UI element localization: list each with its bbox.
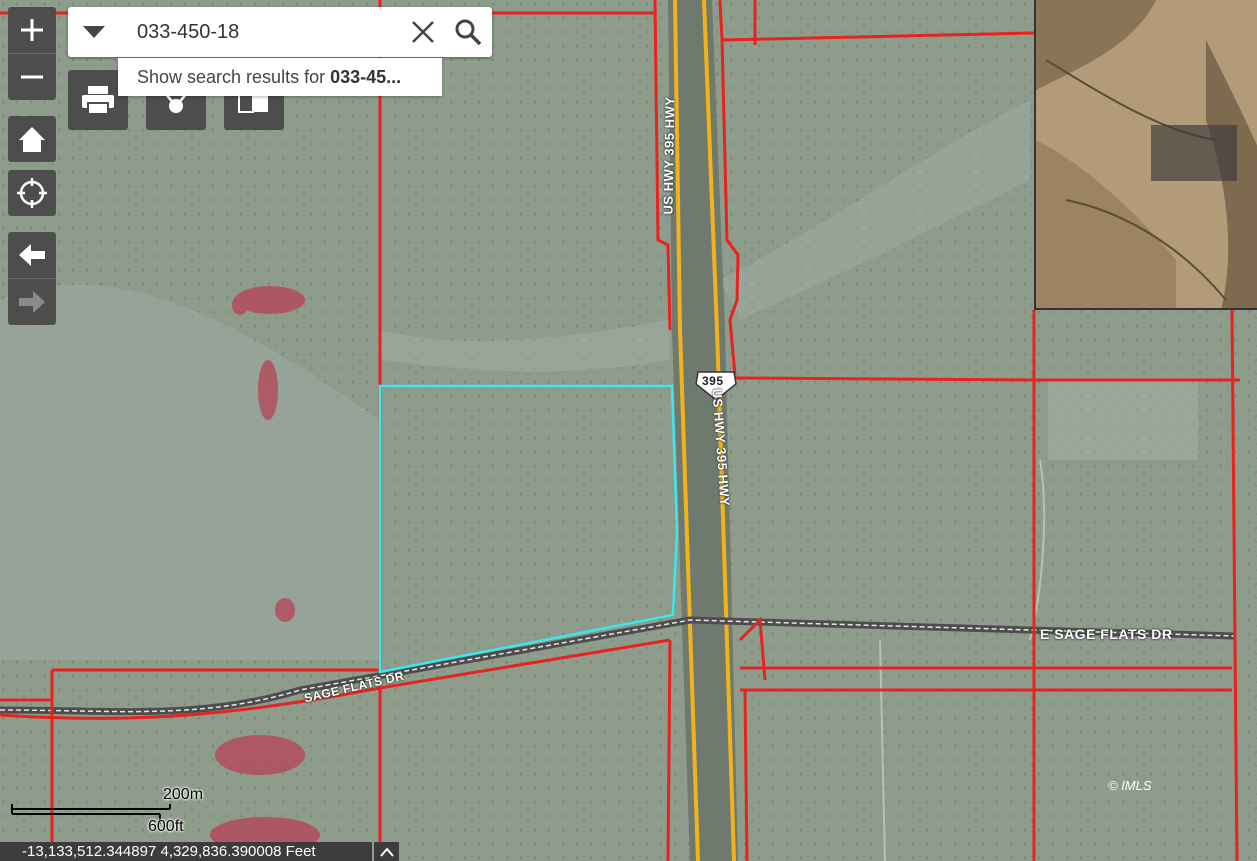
forward-button[interactable] bbox=[8, 278, 56, 325]
chevron-up-icon bbox=[379, 846, 394, 857]
search-icon[interactable] bbox=[454, 18, 482, 46]
scale-imperial: 600ft bbox=[148, 818, 184, 835]
zoom-in-icon bbox=[21, 19, 43, 41]
scale-bar: 200m 600ft bbox=[10, 786, 204, 836]
zoom-out-button[interactable] bbox=[8, 53, 56, 100]
highway-label-north: US HWY 395 HWY bbox=[660, 96, 678, 215]
zoom-out-icon bbox=[21, 75, 43, 79]
print-icon bbox=[82, 86, 114, 115]
search-box: 033-450-18 bbox=[68, 7, 492, 57]
coordinate-toggle-button[interactable] bbox=[374, 842, 399, 861]
overview-extent-box bbox=[1151, 125, 1237, 181]
dropdown-icon[interactable] bbox=[82, 25, 106, 39]
highway-shield-label: 395 bbox=[702, 374, 724, 388]
back-arrow-icon bbox=[19, 244, 45, 266]
zoom-control bbox=[8, 7, 56, 100]
scale-metric: 200m bbox=[163, 786, 204, 803]
locate-button[interactable] bbox=[8, 170, 56, 216]
coordinate-readout: -13,133,512.344897 4,329,836.390008 Feet bbox=[0, 842, 372, 861]
copyright-text: © IMLS bbox=[1108, 778, 1152, 793]
forward-arrow-icon bbox=[19, 291, 45, 313]
overview-map[interactable] bbox=[1034, 0, 1257, 310]
back-button[interactable] bbox=[8, 232, 56, 278]
history-control bbox=[8, 232, 56, 325]
suggestion-term: 033-45... bbox=[330, 67, 402, 87]
home-button[interactable] bbox=[8, 116, 56, 162]
suggestion-prefix: Show search results for bbox=[137, 67, 331, 87]
clear-icon[interactable] bbox=[411, 20, 435, 44]
home-icon bbox=[19, 127, 45, 152]
road-label-east: E SAGE FLATS DR bbox=[1040, 626, 1173, 642]
overview-map-image bbox=[1036, 0, 1257, 308]
search-input[interactable]: 033-450-18 bbox=[137, 21, 239, 44]
locate-icon bbox=[17, 178, 47, 208]
search-suggestion[interactable]: Show search results for 033-45... bbox=[118, 58, 442, 96]
zoom-in-button[interactable] bbox=[8, 7, 56, 53]
